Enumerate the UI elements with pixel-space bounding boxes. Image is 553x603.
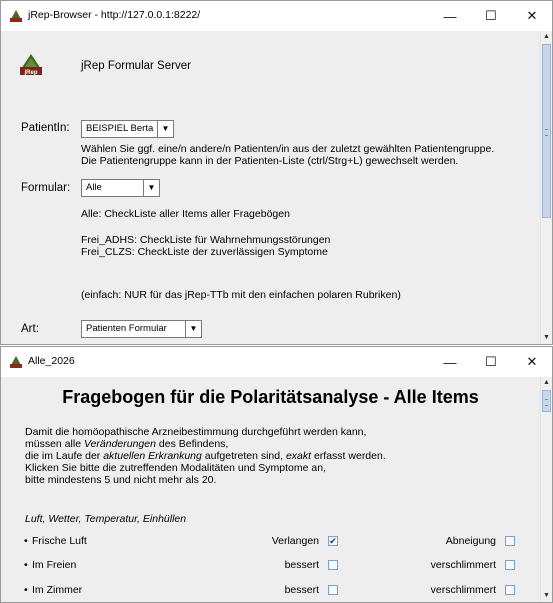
intro-line4: Klicken Sie bitte die zutreffenden Modal…: [25, 462, 326, 474]
art-select[interactable]: Patienten Formular ▼: [81, 320, 202, 338]
vertical-scrollbar[interactable]: ▲ ▼: [540, 377, 552, 602]
patient-label: PatientIn:: [21, 122, 70, 134]
scroll-down-icon[interactable]: ▼: [541, 332, 552, 344]
scroll-thumb[interactable]: [542, 44, 551, 218]
title-bar[interactable]: jRep-Browser - http://127.0.0.1:8222/ — …: [1, 1, 552, 31]
intro-line5: bitte mindestens 5 und nicht mehr als 20…: [25, 474, 217, 486]
chevron-down-icon[interactable]: ▼: [185, 321, 201, 337]
form-window: Alle_2026 — ☐ ✕ Fragebogen für die Polar…: [0, 346, 553, 603]
item-label: Im Freien: [32, 559, 77, 571]
right-option-label: verschlimmert: [430, 584, 496, 596]
intro-line1: Damit die homöopathische Arzneibestimmun…: [25, 426, 367, 438]
patient-select[interactable]: BEISPIEL Berta ▼: [81, 120, 174, 138]
formular-desc-einfach: (einfach: NUR für das jRep-TTb mit den e…: [81, 289, 401, 301]
checkbox-right[interactable]: [505, 560, 515, 570]
close-button[interactable]: ✕: [512, 1, 552, 31]
browser-window: jRep-Browser - http://127.0.0.1:8222/ — …: [0, 0, 553, 345]
form-panel: jRep jRep Formular Server PatientIn: BEI…: [1, 31, 540, 344]
jrep-app-icon: [10, 356, 22, 368]
logo-text: jRep: [23, 70, 37, 75]
scroll-down-icon[interactable]: ▼: [541, 590, 552, 602]
bullet: •: [24, 559, 28, 571]
jrep-app-icon: [10, 10, 22, 22]
intro-line3: die im Laufe der aktuellen Erkrankung au…: [25, 450, 386, 462]
patient-help-line1: Wählen Sie ggf. eine/n andere/n Patiente…: [81, 143, 495, 155]
questionnaire-panel: Fragebogen für die Polaritätsanalyse - A…: [1, 377, 540, 602]
checkbox-left[interactable]: [328, 560, 338, 570]
left-option-label: bessert: [284, 559, 319, 571]
left-option-label: bessert: [284, 584, 319, 596]
right-option-label: verschlimmert: [430, 559, 496, 571]
maximize-button[interactable]: ☐: [471, 347, 511, 377]
chevron-down-icon[interactable]: ▼: [157, 121, 173, 137]
jrep-logo: jRep: [20, 54, 42, 75]
minimize-button[interactable]: —: [430, 347, 470, 377]
intro-line2: müssen alle Veränderungen des Befindens,: [25, 438, 229, 450]
section-title: Luft, Wetter, Temperatur, Einhüllen: [25, 513, 187, 525]
checkbox-left[interactable]: ✔: [328, 536, 338, 546]
art-value: Patienten Formular: [86, 323, 167, 334]
checkbox-right[interactable]: [505, 536, 515, 546]
form-heading: Fragebogen für die Polaritätsanalyse - A…: [62, 387, 479, 407]
left-option-label: Verlangen: [271, 535, 319, 547]
item-label: Frische Luft: [32, 535, 87, 547]
close-button[interactable]: ✕: [512, 347, 552, 377]
formular-label: Formular:: [21, 182, 71, 194]
scroll-up-icon[interactable]: ▲: [541, 31, 552, 43]
scroll-up-icon[interactable]: ▲: [541, 377, 552, 389]
window-title: jRep-Browser - http://127.0.0.1:8222/: [28, 9, 201, 21]
bullet: •: [24, 535, 28, 547]
formular-desc-alle: Alle: CheckListe aller Items aller Frage…: [81, 208, 290, 220]
right-option-label: Abneigung: [445, 535, 496, 547]
maximize-button[interactable]: ☐: [471, 1, 511, 31]
bullet: •: [24, 584, 28, 596]
minimize-button[interactable]: —: [430, 1, 470, 31]
chevron-down-icon[interactable]: ▼: [143, 180, 159, 196]
checkbox-left[interactable]: [328, 585, 338, 595]
patient-value: BEISPIEL Berta: [86, 123, 154, 134]
item-label: Im Zimmer: [32, 584, 83, 596]
formular-select[interactable]: Alle ▼: [81, 179, 160, 197]
title-bar[interactable]: Alle_2026 — ☐ ✕: [1, 347, 552, 377]
art-label: Art:: [21, 323, 39, 335]
app-header: jRep Formular Server: [81, 60, 191, 72]
scroll-thumb[interactable]: [542, 390, 551, 412]
window-title: Alle_2026: [28, 355, 75, 367]
checkbox-right[interactable]: [505, 585, 515, 595]
formular-value: Alle: [86, 182, 102, 193]
patient-help-line2: Die Patientengruppe kann in der Patiente…: [81, 155, 459, 167]
formular-desc-adhs: Frei_ADHS: CheckListe für Wahrnehmungsst…: [81, 234, 331, 246]
vertical-scrollbar[interactable]: ▲ ▼: [540, 31, 552, 344]
formular-desc-clzs: Frei_CLZS: CheckListe der zuverlässigen …: [81, 246, 328, 258]
